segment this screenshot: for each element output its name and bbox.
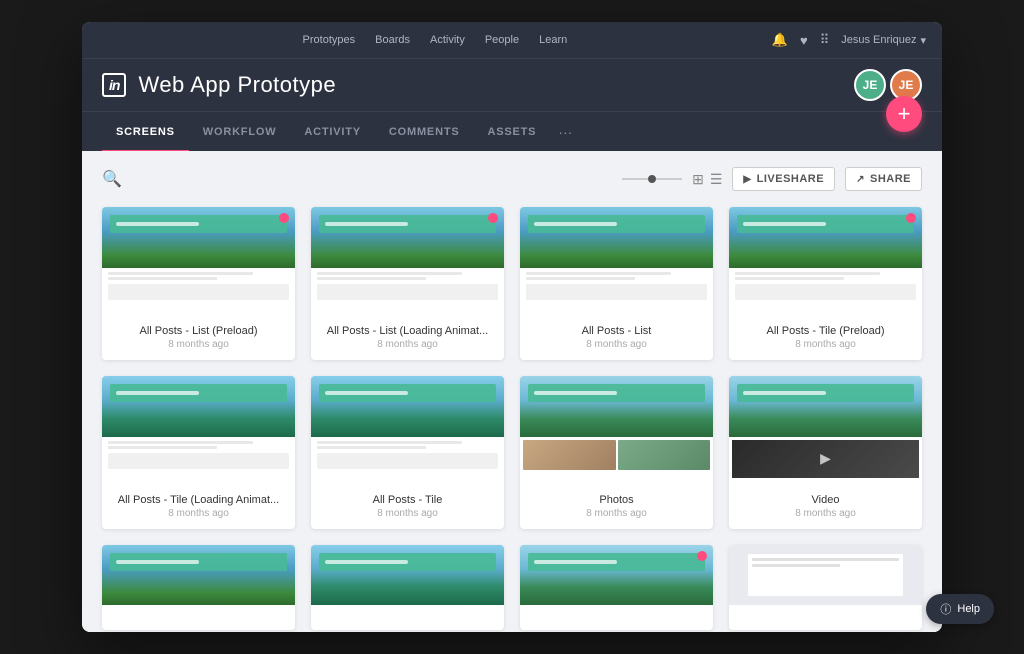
screen-info: All Posts - Tile (Preload) 8 months ago — [729, 317, 922, 360]
list-view-icon[interactable]: ☰ — [710, 171, 723, 188]
screen-info: All Posts - Tile 8 months ago — [311, 486, 504, 529]
bell-icon[interactable]: 🔔 — [772, 32, 788, 48]
screen-name: All Posts - Tile (Loading Animat... — [112, 494, 285, 506]
sub-nav: SCREENS WORKFLOW ACTIVITY COMMENTS ASSET… — [82, 111, 942, 151]
top-nav-right: 🔔 ♥ ⠿ Jesus Enriquez ▾ — [772, 32, 926, 48]
nav-prototypes[interactable]: Prototypes — [303, 34, 356, 46]
screen-time: 8 months ago — [739, 508, 912, 519]
screen-time: 8 months ago — [112, 339, 285, 350]
screen-card[interactable]: All Posts - List 8 months ago — [520, 207, 713, 360]
screen-card[interactable]: All Posts - Tile 8 months ago — [311, 376, 504, 529]
toolbar-right: ⊞ ☰ ▶ LIVESHARE ↗ SHARE — [622, 167, 922, 191]
help-icon: ⓘ — [940, 601, 951, 617]
screen-info: All Posts - List 8 months ago — [520, 317, 713, 360]
grid-view-icon[interactable]: ⊞ — [692, 171, 704, 188]
chevron-down-icon: ▾ — [920, 34, 926, 47]
invision-logo: in — [102, 73, 126, 97]
more-options[interactable]: ··· — [550, 124, 580, 140]
screen-time: 8 months ago — [530, 508, 703, 519]
header-left: in Web App Prototype — [102, 72, 336, 98]
screen-thumbnail — [311, 376, 504, 486]
nav-people[interactable]: People — [485, 34, 519, 46]
nav-boards[interactable]: Boards — [375, 34, 410, 46]
notification-dot — [488, 213, 498, 223]
screen-card[interactable] — [102, 545, 295, 630]
screen-thumbnail — [311, 545, 504, 605]
screen-info: All Posts - Tile (Loading Animat... 8 mo… — [102, 486, 295, 529]
help-button[interactable]: ⓘ Help — [926, 594, 994, 624]
screen-thumbnail — [520, 376, 713, 486]
screen-info: Photos 8 months ago — [520, 486, 713, 529]
screen-card[interactable]: ▶ Video 8 months ago — [729, 376, 922, 529]
screen-thumbnail — [102, 545, 295, 605]
screen-thumbnail: ▶ — [729, 376, 922, 486]
liveshare-button[interactable]: ▶ LIVESHARE — [732, 167, 835, 191]
screen-thumbnail — [311, 207, 504, 317]
toolbar: 🔍 ⊞ ☰ ▶ LIVESHARE ↗ SHARE — [102, 167, 922, 191]
screen-name: All Posts - Tile — [321, 494, 494, 506]
search-icon[interactable]: 🔍 — [102, 169, 122, 189]
zoom-slider[interactable] — [622, 178, 682, 180]
top-nav-links: Prototypes Boards Activity People Learn — [98, 34, 772, 46]
liveshare-icon: ▶ — [743, 174, 751, 185]
screen-name: All Posts - List (Loading Animat... — [321, 325, 494, 337]
screen-thumbnail — [520, 207, 713, 317]
screen-thumbnail — [102, 376, 295, 486]
screen-card[interactable]: All Posts - List (Preload) 8 months ago — [102, 207, 295, 360]
screen-card[interactable]: Photos 8 months ago — [520, 376, 713, 529]
screen-thumbnail — [520, 545, 713, 605]
notification-dot — [279, 213, 289, 223]
notification-dot — [906, 213, 916, 223]
share-button[interactable]: ↗ SHARE — [845, 167, 922, 191]
header-avatars: JE JE — [854, 69, 922, 101]
tab-comments[interactable]: COMMENTS — [375, 112, 474, 152]
screen-time: 8 months ago — [321, 339, 494, 350]
screen-name: All Posts - List — [530, 325, 703, 337]
screen-name: All Posts - Tile (Preload) — [739, 325, 912, 337]
screen-card[interactable]: All Posts - List (Loading Animat... 8 mo… — [311, 207, 504, 360]
screen-card[interactable]: All Posts - Tile (Loading Animat... 8 mo… — [102, 376, 295, 529]
view-toggle: ⊞ ☰ — [692, 171, 722, 188]
header-bar: in Web App Prototype JE JE — [82, 58, 942, 111]
screen-card[interactable] — [520, 545, 713, 630]
screen-thumbnail — [102, 207, 295, 317]
app-window: Prototypes Boards Activity People Learn … — [82, 22, 942, 632]
heart-icon[interactable]: ♥ — [800, 33, 808, 48]
grid-icon[interactable]: ⠿ — [820, 32, 830, 48]
screen-time: 8 months ago — [530, 339, 703, 350]
share-icon: ↗ — [856, 174, 865, 185]
screen-thumbnail — [729, 545, 922, 605]
nav-activity[interactable]: Activity — [430, 34, 465, 46]
screen-info: Video 8 months ago — [729, 486, 922, 529]
screen-info: All Posts - List (Preload) 8 months ago — [102, 317, 295, 360]
screen-name: Video — [739, 494, 912, 506]
screen-time: 8 months ago — [112, 508, 285, 519]
nav-learn[interactable]: Learn — [539, 34, 567, 46]
screen-thumbnail — [729, 207, 922, 317]
screens-grid: All Posts - List (Preload) 8 months ago — [102, 207, 922, 630]
content-area: 🔍 ⊞ ☰ ▶ LIVESHARE ↗ SHARE — [82, 151, 942, 632]
screen-time: 8 months ago — [321, 508, 494, 519]
top-nav: Prototypes Boards Activity People Learn … — [82, 22, 942, 58]
tab-assets[interactable]: ASSETS — [473, 112, 550, 152]
screen-name: All Posts - List (Preload) — [112, 325, 285, 337]
screen-time: 8 months ago — [739, 339, 912, 350]
screen-info: All Posts - List (Loading Animat... 8 mo… — [311, 317, 504, 360]
screen-name: Photos — [530, 494, 703, 506]
tab-workflow[interactable]: WORKFLOW — [189, 112, 291, 152]
add-screen-button[interactable]: + — [886, 96, 922, 132]
zoom-track[interactable] — [622, 178, 682, 180]
screen-card[interactable]: All Posts - Tile (Preload) 8 months ago — [729, 207, 922, 360]
tab-screens[interactable]: SCREENS — [102, 112, 189, 152]
screen-card[interactable] — [311, 545, 504, 630]
avatar-1[interactable]: JE — [854, 69, 886, 101]
notification-dot — [697, 551, 707, 561]
user-menu[interactable]: Jesus Enriquez ▾ — [841, 34, 926, 47]
project-title: Web App Prototype — [138, 72, 336, 98]
screen-card[interactable] — [729, 545, 922, 630]
tab-activity[interactable]: ACTIVITY — [290, 112, 375, 152]
